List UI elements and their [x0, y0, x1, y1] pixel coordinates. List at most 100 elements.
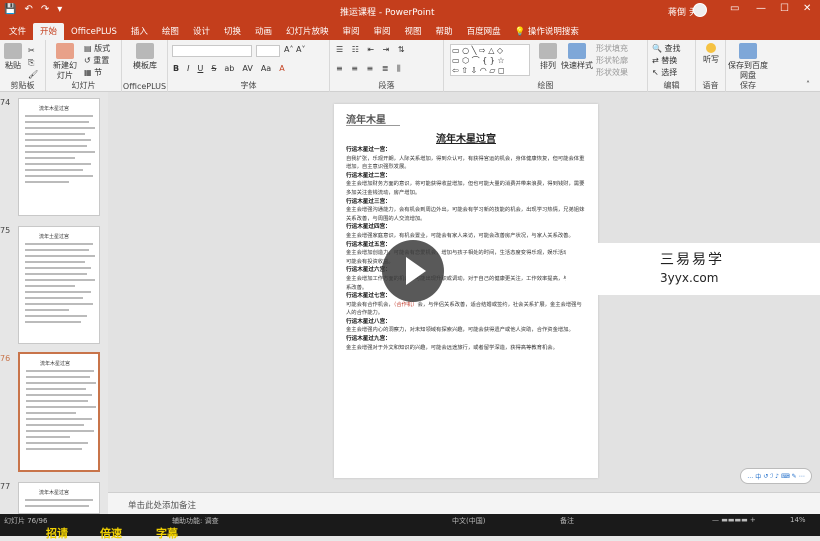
pen-icon[interactable]: ✎ [792, 473, 797, 480]
replace-label: 替换 [661, 56, 678, 65]
ribbon: 粘贴 ✂ ⎘ 🖌 剪贴板 新建幻灯片 ▤ 版式 ↺ 重置 ▦ 节 幻灯片 模板库… [0, 40, 820, 92]
tab-home[interactable]: 开始 [33, 23, 65, 40]
play-icon[interactable] [382, 240, 444, 302]
tab-insert[interactable]: 插入 [124, 23, 155, 40]
paragraph-head: 行运木星过五宫： [346, 241, 391, 248]
copy-icon[interactable]: ⎘ [28, 58, 34, 68]
notes-pane[interactable]: 单击此处添加备注 [108, 492, 820, 514]
close-icon[interactable]: ✕ [803, 3, 811, 14]
minimize-icon[interactable]: — [756, 3, 766, 14]
tab-file[interactable]: 文件 [2, 23, 33, 40]
tab-review-2[interactable]: 审阅 [367, 23, 398, 40]
shadow-icon[interactable]: ab [224, 64, 234, 73]
chinese-input-icon[interactable]: 中 [755, 472, 761, 481]
reset-label: 重置 [93, 56, 110, 65]
cut-icon[interactable]: ✂ [28, 46, 35, 55]
quick-styles-button[interactable]: 快速样式 [560, 43, 594, 71]
customize-icon[interactable]: ▾ [57, 4, 62, 15]
shape-outline-label: 形状轮廓 [596, 56, 628, 65]
list-buttons[interactable]: ☰ ☷ ⇤ ⇥ ⇅ [336, 45, 408, 54]
arrange-button[interactable]: 排列 [536, 43, 560, 71]
change-case-icon[interactable]: Aa [261, 64, 271, 73]
grow-font-icon[interactable]: A˄ A˅ [284, 45, 306, 54]
group-label-save: 保存 [740, 81, 756, 90]
save-to-baidu-button[interactable]: 保存到百度网盘 [728, 43, 768, 81]
shape-effects-button[interactable]: 形状效果 [596, 67, 628, 78]
slide-thumbnail[interactable]: 流年土星过宫 [18, 226, 100, 344]
slide-thumbnail[interactable]: 流年木星过宫 [18, 482, 100, 514]
reset-button[interactable]: ↺ 重置 [84, 55, 109, 66]
tab-officeplus[interactable]: OfficePLUS [64, 25, 124, 40]
tell-me-search[interactable]: 💡 操作说明搜索 [508, 23, 586, 40]
more-icon[interactable]: … [747, 473, 753, 480]
tab-draw[interactable]: 绘图 [155, 23, 186, 40]
video-word[interactable]: 倍速 [100, 525, 122, 541]
template-icon [136, 43, 154, 59]
undo-icon[interactable]: ↶ [24, 4, 32, 15]
template-lib-button[interactable]: 模板库 [128, 43, 162, 71]
format-icon[interactable]: ℐ [770, 473, 773, 480]
keyboard-icon[interactable]: ⌨ [781, 473, 790, 480]
format-painter-icon[interactable]: 🖌 [28, 70, 38, 79]
paragraph: 行运木星过一宫： 自我扩张，乐观开朗，人际关系增加，得到众认可，有获得官运的机会，… [346, 146, 586, 172]
select-button[interactable]: ↖ 选择 [652, 67, 677, 78]
layout-button[interactable]: ▤ 版式 [84, 43, 110, 54]
align-buttons[interactable]: ≡ ≡ ≡ ≣ ⫼ [336, 64, 404, 74]
underline-icon[interactable]: U [197, 64, 203, 73]
group-label-font: 字体 [240, 81, 257, 90]
video-word[interactable]: 字幕 [156, 525, 178, 541]
paragraph-text: 自我扩张，乐观开朗，人际关系增加，得到众认可，有获得官运的机会，身体健康恢复，但… [346, 155, 585, 171]
notes-button[interactable]: 备注 [560, 516, 574, 526]
slide-body[interactable]: 行运木星过一宫： 自我扩张，乐观开朗，人际关系增加，得到众认可，有获得官运的机会，… [346, 146, 586, 352]
tab-animations[interactable]: 动画 [248, 23, 279, 40]
italic-icon[interactable]: I [187, 64, 189, 73]
paragraph-text: 金主会增加创造力，可能会有恋爱机会，增加与孩子相处的时间，生活态度变得乐观，娱乐… [346, 250, 585, 265]
accessibility-status[interactable]: 辅助功能: 调查 [172, 516, 219, 526]
slide-thumbnail-selected[interactable]: 流年木星过宫 [18, 352, 100, 472]
tab-baidu-netdisk[interactable]: 百度网盘 [460, 23, 508, 40]
maximize-icon[interactable]: ☐ [780, 3, 789, 14]
tab-transitions[interactable]: 切换 [217, 23, 248, 40]
slide-thumbnail[interactable]: 流年木星过宫 [18, 98, 100, 216]
audio-icon[interactable]: ♪ [775, 473, 779, 480]
layout-label: 版式 [94, 44, 111, 53]
refresh-icon[interactable]: ↺ [763, 473, 768, 480]
tab-slideshow[interactable]: 幻灯片放映 [279, 23, 336, 40]
strikethrough-icon[interactable]: S [211, 64, 216, 73]
new-slide-button[interactable]: 新建幻灯片 [50, 43, 80, 81]
tab-view[interactable]: 视图 [398, 23, 429, 40]
slide-canvas[interactable]: 流年木星 流年木星过宫 行运木星过一宫： 自我扩张，乐观开朗，人际关系增加，得到众… [334, 104, 598, 478]
shapes-gallery[interactable]: ▭ ○ ╲ ⇨ △ ◇ ▭ ⬡ ⌒ { } ☆ ⇦ ⇧ ⇩ ◠ ▱ ◻ [450, 44, 530, 76]
language-status[interactable]: 中文(中国) [452, 516, 485, 526]
font-color-icon[interactable]: A [279, 64, 284, 73]
replace-button[interactable]: ⇄ 替换 [652, 55, 677, 66]
font-name-field[interactable] [172, 45, 252, 57]
font-size-field[interactable] [256, 45, 280, 57]
zoom-slider[interactable]: — ▬▬▬▬ + [712, 516, 756, 524]
ribbon-display-icon[interactable]: ▭ [730, 3, 739, 14]
redo-icon[interactable]: ↷ [41, 4, 49, 15]
avatar[interactable] [693, 3, 707, 17]
arrange-label: 排列 [540, 61, 556, 70]
section-button[interactable]: ▦ 节 [84, 67, 102, 78]
paragraph-text: 金主会增强内心的洞察力，对未知领域有探索兴趣，可能会获得遗产或他人资助，合作资金… [346, 327, 574, 334]
zoom-level[interactable]: 14% [790, 516, 806, 524]
bold-icon[interactable]: B [173, 64, 179, 73]
char-spacing-icon[interactable]: AV [242, 64, 252, 73]
shape-outline-button[interactable]: 形状轮廓 [596, 55, 628, 66]
paste-button[interactable]: 粘贴 [2, 43, 24, 71]
collapse-ribbon-icon[interactable]: ˄ [806, 80, 810, 89]
tab-review-1[interactable]: 审阅 [336, 23, 367, 40]
group-officeplus: 模板库 OfficePLUS [122, 40, 168, 92]
thumbnail-title: 流年木星过宫 [39, 106, 70, 112]
shape-fill-button[interactable]: 形状填充 [596, 43, 628, 54]
find-button[interactable]: 🔍 查找 [652, 43, 681, 54]
tab-help[interactable]: 帮助 [429, 23, 460, 40]
save-icon[interactable]: 💾 [4, 4, 16, 15]
slide-heading[interactable]: 流年木星过宫 [334, 130, 598, 145]
tab-design[interactable]: 设计 [186, 23, 217, 40]
dictate-button[interactable]: 听写 [699, 43, 723, 65]
shape-effects-label: 形状效果 [596, 68, 628, 77]
menu-icon[interactable]: ⋯ [799, 473, 805, 480]
video-word[interactable]: 招请 [46, 525, 68, 541]
